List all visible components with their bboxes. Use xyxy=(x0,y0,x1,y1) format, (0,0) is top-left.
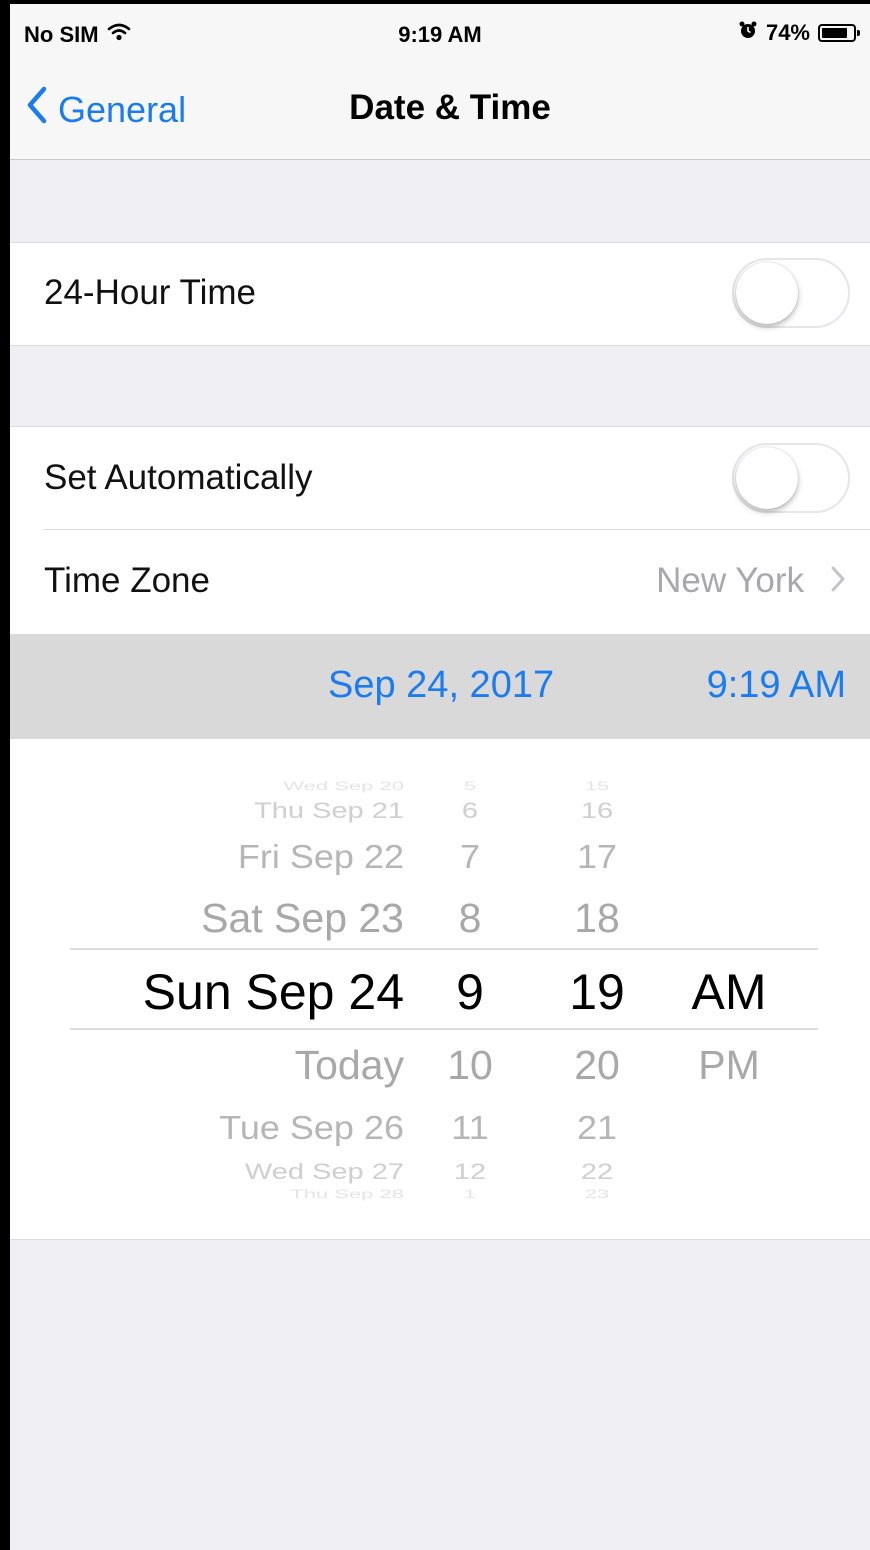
picker-hour[interactable]: 10 xyxy=(428,1041,512,1090)
date-time-picker[interactable]: Wed Sep 20 Thu Sep 21 Fri Sep 22 Sat Sep 23… xyxy=(10,739,870,1240)
alarm-icon xyxy=(738,20,758,46)
screen: No SIM 9:19 AM 74% General Date & Time 2… xyxy=(10,4,870,1550)
picker-hour-selected[interactable]: 9 xyxy=(428,962,512,1022)
picker-day[interactable]: Tue Sep 26 xyxy=(219,1108,404,1148)
picker-minute[interactable]: 16 xyxy=(560,797,634,824)
toggle-knob xyxy=(736,447,798,509)
timezone-value: New York xyxy=(656,561,804,600)
picker-hour[interactable]: 1 xyxy=(428,1187,512,1202)
group-date-time: Set Automatically Time Zone New York xyxy=(10,426,870,635)
status-right: 74% xyxy=(738,20,860,46)
status-bar: No SIM 9:19 AM 74% xyxy=(10,4,870,64)
picker-day[interactable]: Thu Sep 21 xyxy=(254,797,404,824)
picker-day-selected[interactable]: Sun Sep 24 xyxy=(143,962,404,1022)
group-24-hour: 24-Hour Time xyxy=(10,242,870,346)
hour24-label: 24-Hour Time xyxy=(44,273,257,312)
picker-hour[interactable]: 8 xyxy=(428,894,512,943)
picker-minute[interactable]: 15 xyxy=(560,779,634,794)
chevron-right-icon xyxy=(830,565,846,598)
row-24-hour-time: 24-Hour Time xyxy=(10,243,870,343)
set-auto-toggle[interactable] xyxy=(732,443,850,513)
picker-hour[interactable]: 11 xyxy=(428,1108,512,1148)
battery-icon xyxy=(818,24,860,42)
picker-top-line xyxy=(70,948,818,950)
row-time-zone[interactable]: Time Zone New York xyxy=(10,529,870,633)
selected-datetime-bar[interactable]: Sep 24, 2017 9:19 AM xyxy=(10,634,870,739)
toggle-knob xyxy=(736,262,798,324)
picker-day[interactable]: Thu Sep 28 xyxy=(290,1187,404,1202)
timezone-label: Time Zone xyxy=(44,561,210,600)
selected-time: 9:19 AM xyxy=(706,664,846,706)
picker-day[interactable]: Sat Sep 23 xyxy=(201,894,404,943)
page-title: Date & Time xyxy=(349,88,551,127)
picker-minute[interactable]: 23 xyxy=(560,1187,634,1202)
picker-hour[interactable]: 6 xyxy=(428,797,512,824)
picker-day[interactable]: Wed Sep 20 xyxy=(283,779,404,794)
hour24-toggle[interactable] xyxy=(732,258,850,328)
picker-ampm[interactable]: PM xyxy=(684,1041,774,1090)
picker-bottom-line xyxy=(70,1028,818,1030)
set-auto-label: Set Automatically xyxy=(44,458,313,497)
picker-minute[interactable]: 22 xyxy=(560,1158,634,1185)
picker-hour[interactable]: 7 xyxy=(428,837,512,877)
picker-minute[interactable]: 17 xyxy=(560,837,634,877)
picker-minute[interactable]: 18 xyxy=(560,894,634,943)
picker-hour[interactable]: 5 xyxy=(428,779,512,794)
selected-date: Sep 24, 2017 xyxy=(328,664,555,706)
picker-ampm-selected[interactable]: AM xyxy=(684,962,774,1022)
picker-day[interactable]: Today xyxy=(295,1041,404,1090)
picker-day[interactable]: Fri Sep 22 xyxy=(238,837,404,877)
battery-percent: 74% xyxy=(765,20,810,45)
picker-minute[interactable]: 20 xyxy=(560,1041,634,1090)
navigation-bar: General Date & Time xyxy=(10,64,870,160)
row-set-automatically: Set Automatically xyxy=(10,427,870,529)
picker-day[interactable]: Wed Sep 27 xyxy=(245,1158,404,1185)
picker-minute[interactable]: 21 xyxy=(560,1108,634,1148)
picker-hour[interactable]: 12 xyxy=(428,1158,512,1185)
frame-left-border xyxy=(0,0,10,1550)
picker-minute-selected[interactable]: 19 xyxy=(560,962,634,1022)
